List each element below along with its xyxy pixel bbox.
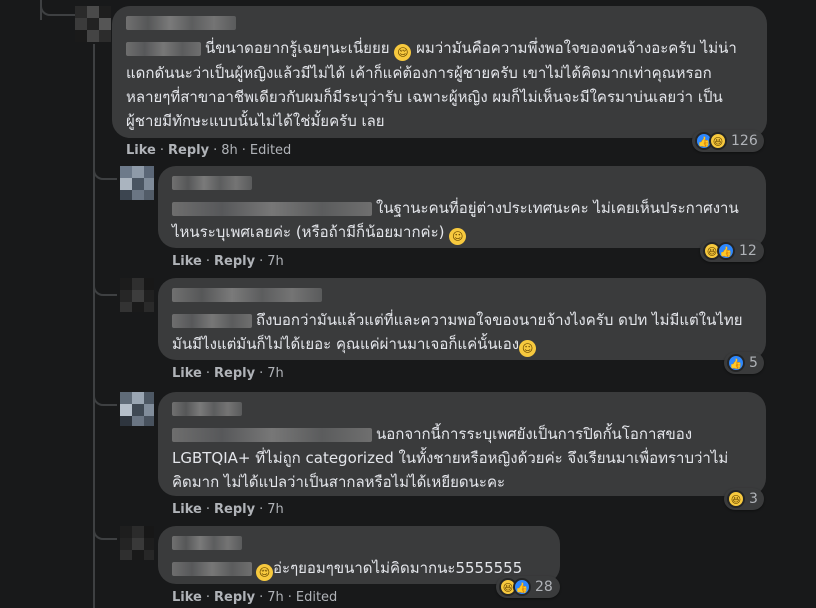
reaction-count: 126 [731,133,758,149]
like-button[interactable]: Like [172,366,202,381]
like-button[interactable]: Like [126,143,156,158]
comment-actions: Like · Reply · 7h [172,254,284,269]
reaction-count: 5 [749,355,758,371]
reply-button[interactable]: Reply [214,254,255,269]
mention-tag[interactable] [172,313,252,328]
edited-label[interactable]: Edited [296,590,337,605]
comment-actions: Like · Reply · 7h [172,502,284,517]
reply-button[interactable]: Reply [214,590,255,605]
thread-elbow [93,520,117,540]
like-button[interactable]: Like [172,502,202,517]
comment-bubble: นอกจากนี้การระบุเพศยังเป็นการปิดกั้นโอกา… [158,392,766,496]
timestamp[interactable]: 7h [267,590,284,605]
mention-tag[interactable] [172,427,372,442]
mention-tag[interactable] [172,201,372,216]
comment-bubble: นี่ขนาดอยากรู้เฉยๆนะเนี่ยยย 😌 ผมว่ามันคื… [112,6,767,138]
author-name[interactable] [172,288,322,302]
like-button[interactable]: Like [172,254,202,269]
reaction-summary[interactable]: 😆 3 [724,488,764,510]
like-button[interactable]: Like [172,590,202,605]
thread-elbow [40,0,80,16]
reply-button[interactable]: Reply [214,502,255,517]
thread-elbow [93,276,117,296]
comment-text: ในฐานะคนที่อยู่ต่างประเทศนะคะ ไม่เคยเห็น… [172,199,739,245]
reaction-count: 12 [739,243,757,259]
avatar[interactable] [120,278,154,312]
mention-tag[interactable] [172,561,252,576]
comment-actions: Like · Reply · 8h · Edited [126,143,292,158]
comment-text: ถึงบอกว่ามันแล้วแต่ที่และความพอใจของนายจ… [172,311,743,357]
reaction-count: 28 [535,579,553,595]
relieved-face-emoji-icon: 😌 [256,564,273,581]
author-name[interactable] [126,16,236,30]
timestamp[interactable]: 8h [221,143,238,158]
author-name[interactable] [172,176,252,190]
relieved-face-emoji-icon: 😌 [394,44,412,61]
avatar[interactable] [120,392,154,426]
reaction-summary[interactable]: 👍 😆 126 [692,130,764,152]
reaction-summary[interactable]: 😆 👍 12 [700,240,764,262]
timestamp[interactable]: 7h [267,502,284,517]
comment-actions: Like · Reply · 7h · Edited [172,590,338,605]
thread-elbow [93,160,117,180]
comment-actions: Like · Reply · 7h [172,366,284,381]
edited-label[interactable]: Edited [250,143,291,158]
avatar[interactable] [75,6,111,42]
avatar[interactable] [120,166,154,200]
comment-text: นอกจากนี้การระบุเพศยังเป็นการปิดกั้นโอกา… [172,425,729,491]
timestamp[interactable]: 7h [267,366,284,381]
comment-bubble: ถึงบอกว่ามันแล้วแต่ที่และความพอใจของนายจ… [158,278,766,360]
comment-text: นี่ขนาดอยากรู้เฉยๆนะเนี่ยยย 😌 ผมว่ามันคื… [126,39,737,130]
reaction-count: 3 [749,491,758,507]
comment-bubble: 😌 อ่ะๆยอมๆขนาดไม่คิดมากนะ5555555 [158,526,560,584]
comment-bubble: ในฐานะคนที่อยู่ต่างประเทศนะคะ ไม่เคยเห็น… [158,166,766,248]
smiling-face-emoji-icon: ☺ [449,228,467,245]
author-name[interactable] [172,536,242,550]
reply-button[interactable]: Reply [214,366,255,381]
haha-icon: 😆 [727,490,745,508]
comment-text: 😌 อ่ะๆยอมๆขนาดไม่คิดมากนะ5555555 [172,556,546,581]
haha-icon: 😆 [709,132,727,150]
timestamp[interactable]: 7h [267,254,284,269]
reaction-summary[interactable]: 😆 👍 28 [496,576,560,598]
reply-button[interactable]: Reply [168,143,209,158]
reaction-summary[interactable]: 👍 5 [724,352,764,374]
thread-elbow [93,386,117,406]
author-name[interactable] [172,402,242,416]
like-icon: 👍 [717,242,735,260]
like-icon: 👍 [727,354,745,372]
like-icon: 👍 [513,578,531,596]
avatar[interactable] [120,526,154,560]
mention-tag[interactable] [126,41,201,56]
smiling-face-emoji-icon: ☺ [519,340,537,357]
